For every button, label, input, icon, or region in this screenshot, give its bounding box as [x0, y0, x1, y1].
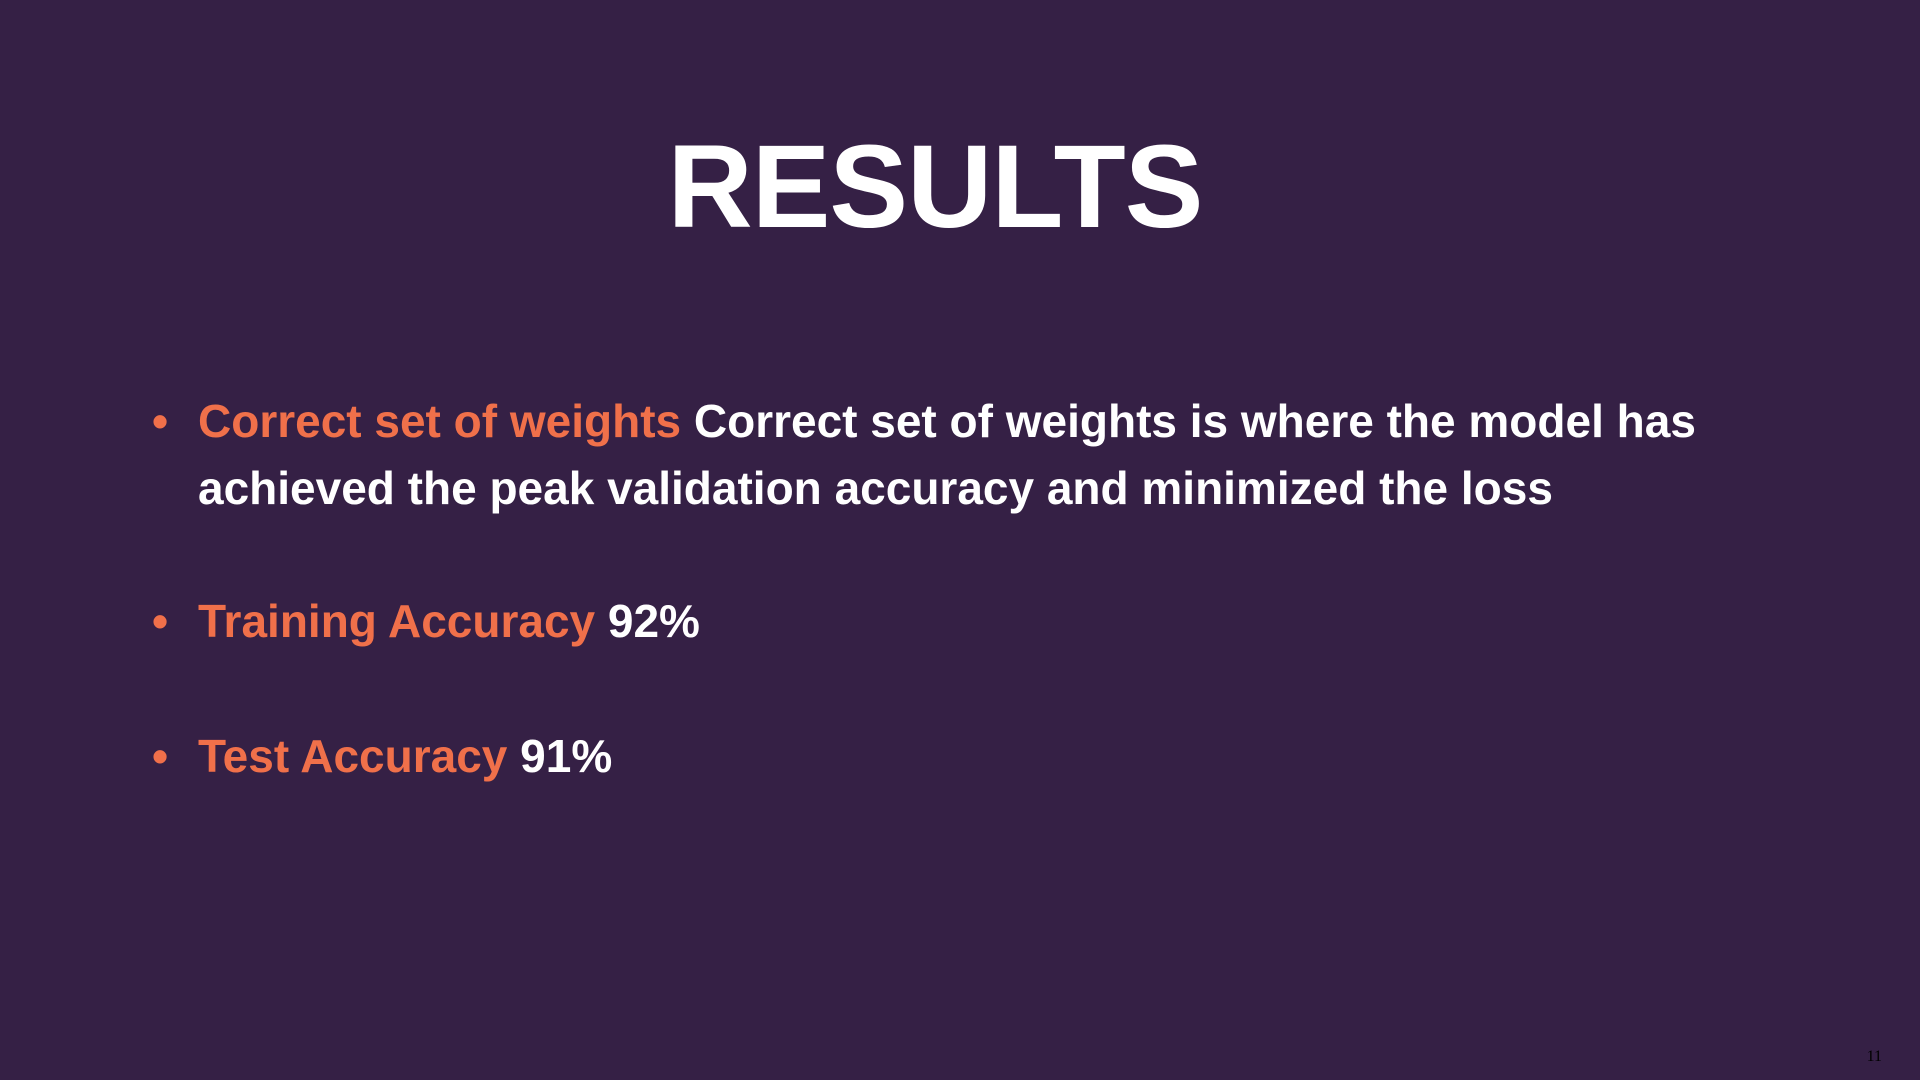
slide: RESULTS • Correct set of weights Correct…	[0, 0, 1920, 1080]
bullet-item-test-accuracy: • Test Accuracy 91%	[150, 723, 1830, 790]
bullet-dot-icon: •	[152, 730, 169, 782]
bullet-item-training-accuracy: • Training Accuracy 92%	[150, 588, 1830, 655]
bullet-highlight: Test Accuracy	[198, 730, 508, 782]
bullet-value: 92%	[607, 595, 700, 647]
bullet-highlight: Training Accuracy	[198, 595, 596, 647]
bullet-item-weights: • Correct set of weights Correct set of …	[150, 388, 1830, 522]
bullet-highlight: Correct set of weights	[198, 395, 682, 447]
bullet-dot-icon: •	[152, 395, 169, 447]
bullet-value: 91%	[520, 730, 613, 782]
page-number: 11	[1866, 1048, 1882, 1065]
bullet-list: • Correct set of weights Correct set of …	[150, 388, 1830, 790]
bullet-dot-icon: •	[152, 595, 169, 647]
slide-title: RESULTS	[667, 121, 1204, 253]
